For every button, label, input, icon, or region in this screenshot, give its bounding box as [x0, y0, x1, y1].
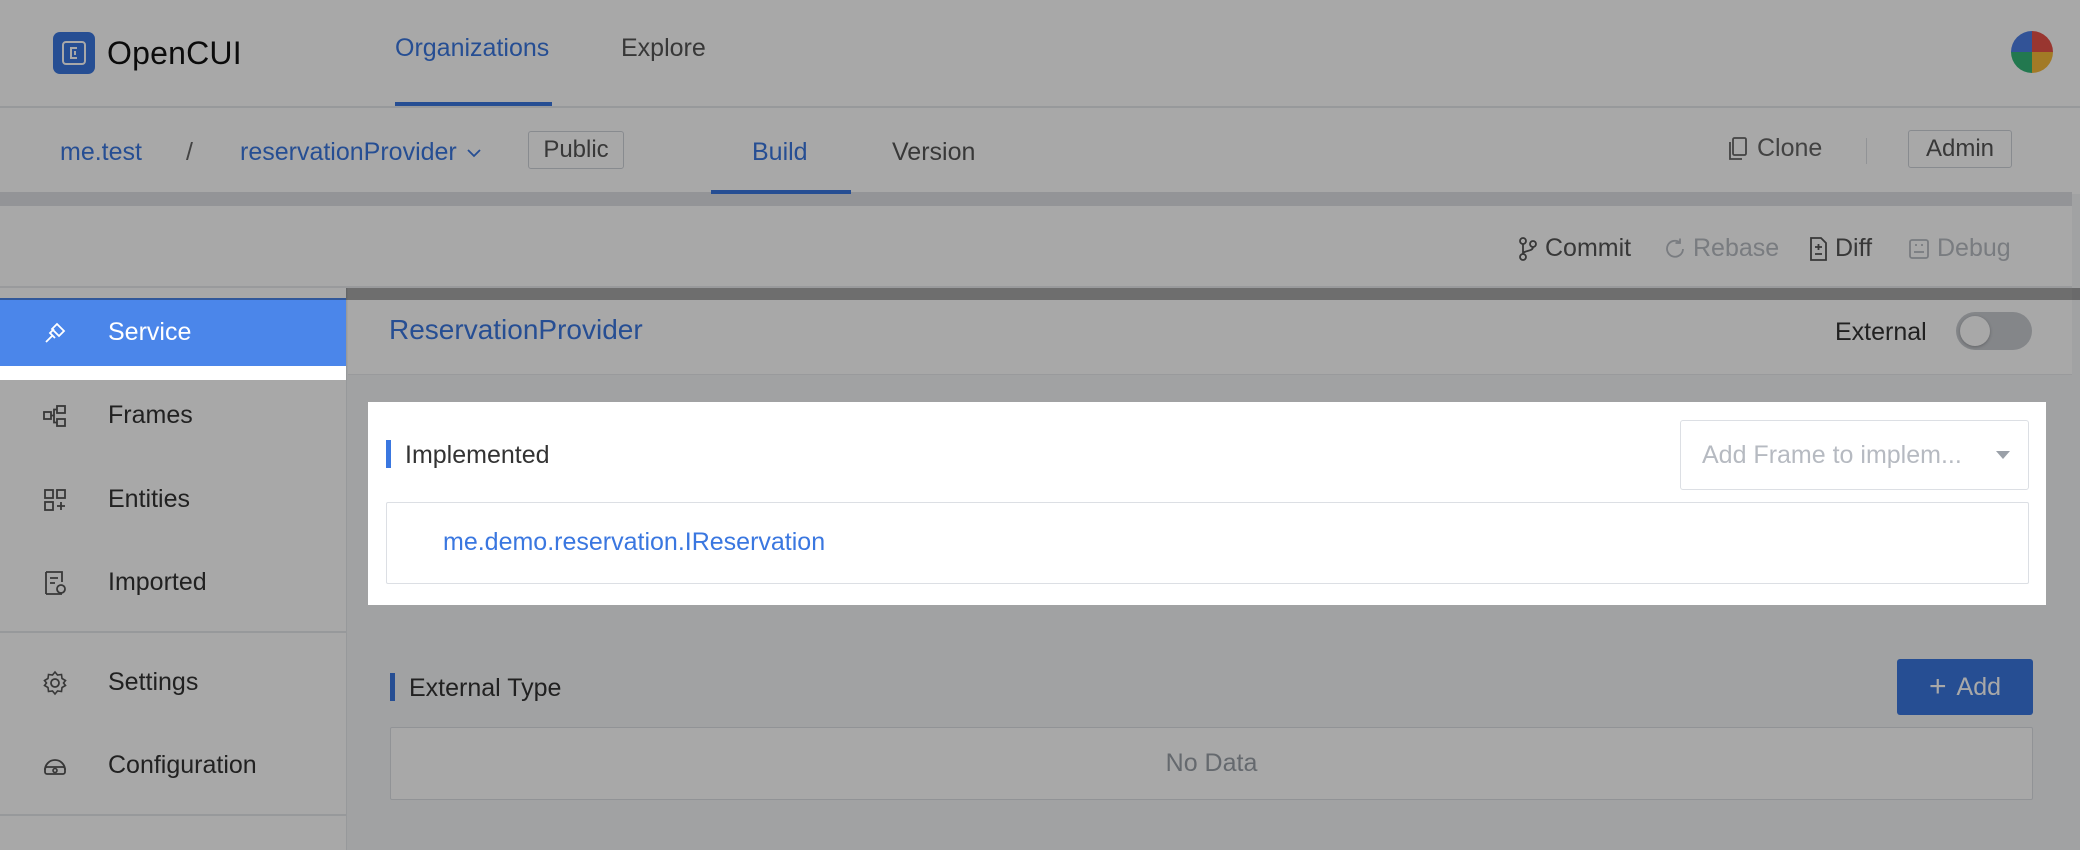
sidebar-item-label: Service: [108, 317, 192, 346]
implemented-frame-link[interactable]: me.demo.reservation.IReservation: [443, 528, 825, 557]
dim-overlay: [2046, 402, 2080, 605]
dim-overlay: [0, 0, 2080, 288]
sidebar-item-service[interactable]: Service: [0, 298, 346, 366]
dim-overlay: [346, 288, 2080, 402]
dim-overlay: [0, 380, 346, 850]
select-placeholder: Add Frame to implem...: [1702, 441, 1962, 469]
service-icon: [42, 320, 68, 346]
dim-overlay: [346, 402, 368, 605]
dim-overlay: [346, 605, 2080, 850]
caret-down-icon: [1996, 451, 2010, 459]
section-marker: [386, 440, 391, 468]
add-frame-select[interactable]: Add Frame to implem...: [1680, 420, 2029, 490]
implemented-title: Implemented: [405, 441, 550, 469]
